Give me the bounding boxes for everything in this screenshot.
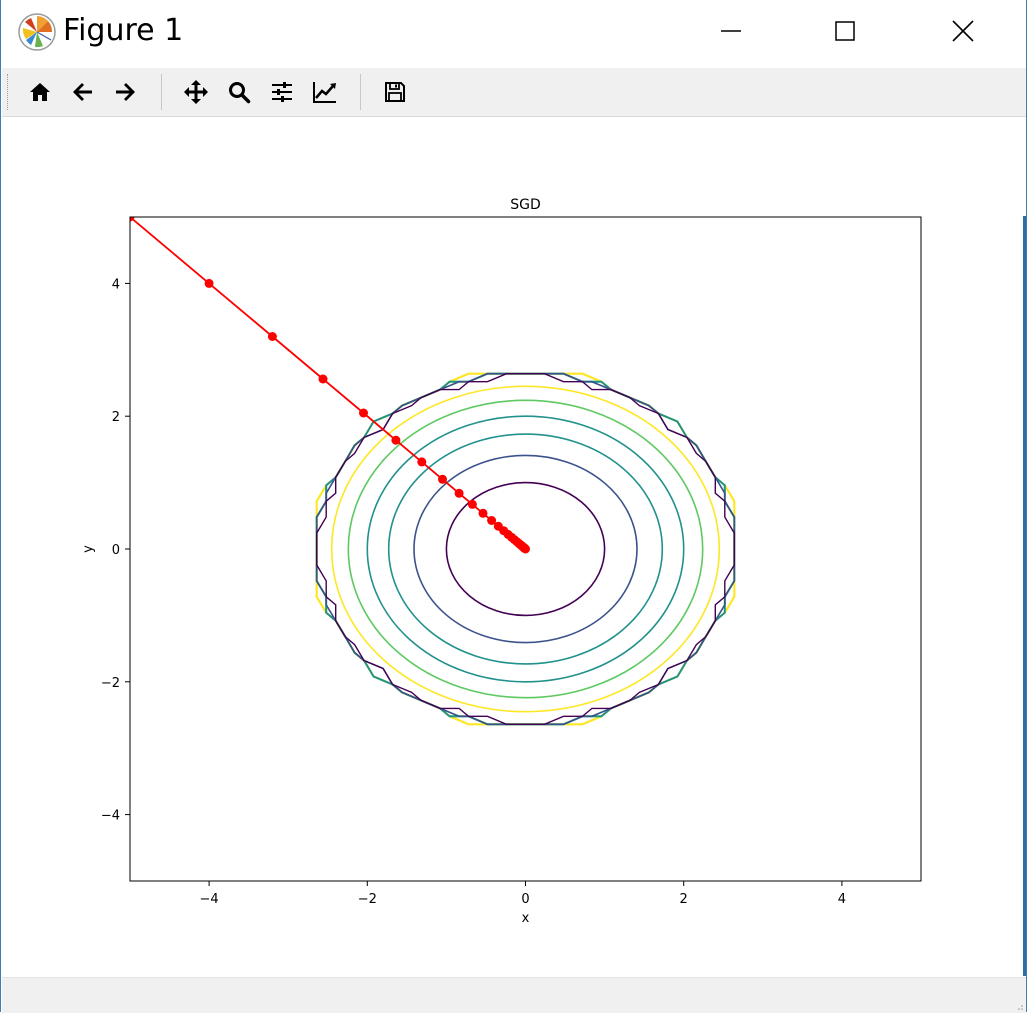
title-bar[interactable]: Figure 1 [1, 0, 1026, 66]
arrow-right-icon [116, 83, 135, 101]
x-tick-label: 2 [680, 892, 688, 907]
home-icon [30, 83, 50, 101]
save-icon [385, 82, 405, 102]
sgd-path-point [478, 508, 488, 518]
close-icon [952, 20, 974, 42]
subplots-button[interactable] [263, 72, 301, 112]
x-tick-label: 4 [838, 892, 846, 907]
sgd-path-point [438, 474, 447, 484]
sgd-path-point [359, 408, 368, 418]
x-axis-label: x [522, 911, 530, 926]
y-tick-label: 4 [112, 277, 120, 292]
window-title: Figure 1 [63, 13, 184, 48]
figure-window: Figure 1 −4 −2 0 2 4 −4 −2 0 2 4 SGD x y [0, 0, 1027, 1013]
zoom-button[interactable] [220, 72, 258, 112]
minimize-icon [721, 30, 741, 32]
sgd-path-point [204, 278, 214, 288]
maximize-button[interactable] [788, 0, 904, 62]
arrow-left-icon [73, 83, 92, 101]
back-button[interactable] [64, 72, 102, 112]
toolbar-grip[interactable] [7, 74, 11, 110]
resize-grip-icon[interactable] [1012, 999, 1024, 1011]
maximize-icon [835, 21, 855, 41]
line-chart-icon [313, 82, 336, 103]
search-icon [229, 82, 251, 104]
matplotlib-logo-icon [18, 13, 56, 51]
pan-button[interactable] [177, 72, 215, 112]
y-tick-label: −2 [101, 676, 120, 691]
save-button[interactable] [376, 72, 414, 112]
y-axis-label: y [81, 545, 96, 553]
minimize-button[interactable] [673, 0, 789, 62]
sgd-path-point [467, 499, 477, 509]
sgd-path-point [318, 374, 328, 384]
y-tick-label: 0 [112, 543, 120, 558]
x-tick-label: 0 [521, 892, 529, 907]
navigation-toolbar [2, 68, 1026, 117]
status-bar [2, 977, 1026, 1013]
sgd-path-point [267, 332, 277, 341]
toolbar-separator [161, 74, 162, 110]
sgd-path-point [454, 488, 464, 498]
edit-axes-button[interactable] [306, 72, 344, 112]
x-tick-label: −4 [200, 892, 219, 907]
chart-title: SGD [510, 197, 541, 213]
forward-button[interactable] [106, 72, 144, 112]
y-tick-label: 2 [112, 410, 120, 425]
sgd-path-point [521, 544, 530, 554]
move-icon [184, 80, 208, 104]
y-tick-label: −4 [101, 809, 120, 824]
window-edge-highlight [1023, 216, 1026, 976]
toolbar-separator [360, 74, 361, 110]
sliders-icon [272, 82, 292, 102]
home-button[interactable] [21, 72, 59, 112]
figure-canvas[interactable]: −4 −2 0 2 4 −4 −2 0 2 4 SGD x y [2, 117, 1026, 977]
descent-path [130, 217, 530, 554]
sgd-path-point [391, 435, 401, 445]
close-button[interactable] [904, 0, 1020, 62]
sgd-plot[interactable]: −4 −2 0 2 4 −4 −2 0 2 4 SGD x y [2, 117, 1026, 977]
sgd-path-point [417, 457, 427, 467]
x-tick-label: −2 [358, 892, 377, 907]
